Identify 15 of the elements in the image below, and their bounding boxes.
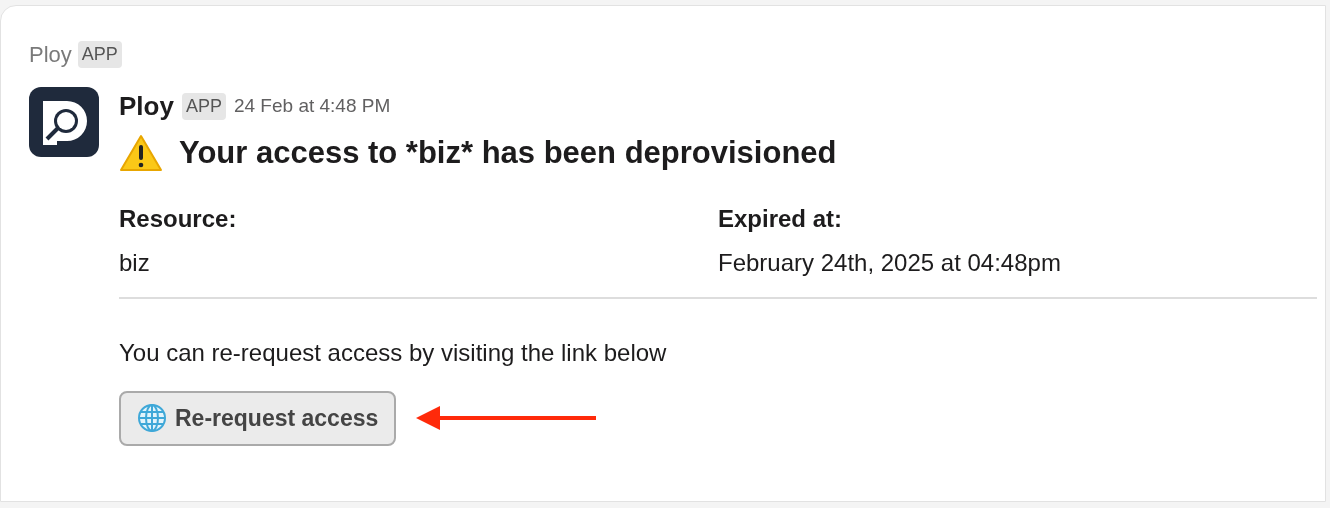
app-badge: APP [77, 41, 122, 68]
message-text: You can re-request access by visiting the link below [119, 337, 668, 368]
app-name: Ploy [29, 41, 72, 69]
field-value: February 24th, 2025 at 04:48pm [718, 247, 1062, 278]
field-value: biz [119, 247, 151, 278]
field-label: Expired at: [718, 203, 844, 234]
warning-icon [119, 134, 163, 173]
message-title: Your access to *biz* has been deprovisioned [179, 134, 837, 172]
re-request-button[interactable]: Re-request access [119, 390, 397, 446]
sender-name[interactable]: Ploy [119, 87, 174, 126]
field-label: Resource: [119, 203, 238, 234]
logo-icon [29, 87, 99, 157]
globe-icon [137, 403, 167, 433]
app-badge: APP [181, 93, 226, 120]
message-time[interactable]: 24 Feb at 4:48 PM [233, 92, 391, 121]
